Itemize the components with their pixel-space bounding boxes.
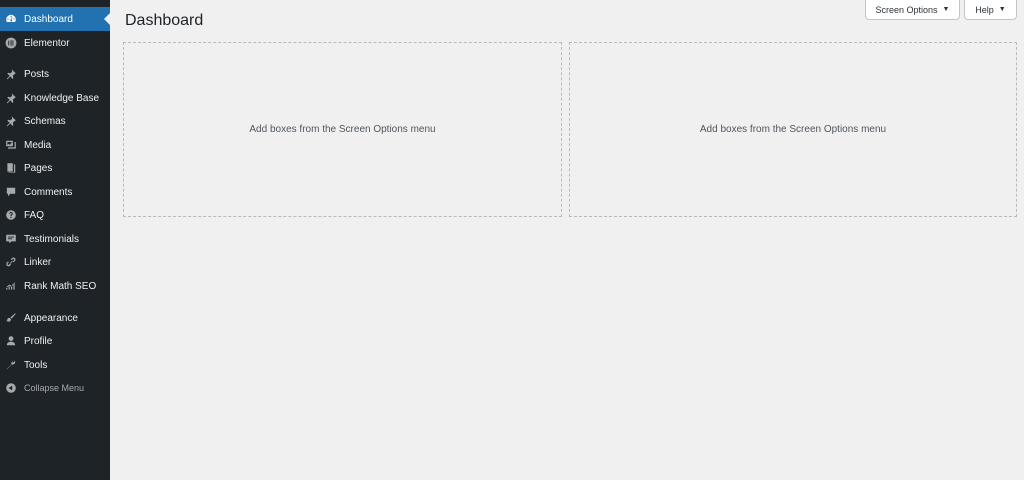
question-icon [5, 209, 17, 221]
testimonial-icon [5, 233, 17, 245]
sidebar-item-label: Testimonials [24, 233, 80, 245]
sidebar-item-tools[interactable]: Tools [0, 353, 110, 377]
caret-down-icon: ▼ [942, 6, 950, 13]
sidebar-item-label: Profile [24, 335, 53, 347]
page-title: Dashboard [125, 12, 204, 29]
dashboard-dropzone-left: Add boxes from the Screen Options menu [123, 42, 562, 217]
sidebar-item-label: Media [24, 139, 52, 151]
collapse-icon [5, 382, 17, 394]
dashboard-icon [5, 13, 17, 25]
screen-options-label: Screen Options [875, 4, 938, 15]
elementor-icon [5, 37, 17, 49]
pin-icon [5, 92, 17, 104]
sidebar-item-label: Pages [24, 162, 53, 174]
link-icon [5, 256, 17, 268]
dropzone-text: Add boxes from the Screen Options menu [249, 124, 436, 135]
sidebar-item-label: Appearance [24, 312, 78, 324]
sidebar-item-comments[interactable]: Comments [0, 180, 110, 204]
sidebar-item-label: FAQ [24, 209, 45, 221]
sidebar-item-label: Linker [24, 256, 52, 268]
chart-icon [5, 280, 17, 292]
caret-down-icon: ▼ [998, 6, 1006, 13]
help-label: Help [975, 4, 994, 15]
admin-sidebar: Dashboard Elementor Posts Knowledge Base… [0, 0, 110, 480]
dashboard-dropzone-right: Add boxes from the Screen Options menu [569, 42, 1017, 217]
sidebar-item-media[interactable]: Media [0, 133, 110, 157]
sidebar-item-label: Elementor [24, 37, 70, 49]
screen-options-button[interactable]: Screen Options ▼ [865, 0, 960, 20]
sidebar-item-linker[interactable]: Linker [0, 250, 110, 274]
sidebar-item-appearance[interactable]: Appearance [0, 306, 110, 330]
sidebar-item-posts[interactable]: Posts [0, 62, 110, 86]
collapse-menu-button[interactable]: Collapse Menu [0, 376, 110, 400]
dropzone-text: Add boxes from the Screen Options menu [699, 124, 887, 135]
user-icon [5, 335, 17, 347]
sidebar-item-knowledge-base[interactable]: Knowledge Base [0, 86, 110, 110]
sidebar-item-testimonials[interactable]: Testimonials [0, 227, 110, 251]
collapse-menu-label: Collapse Menu [24, 383, 85, 393]
pages-icon [5, 162, 17, 174]
sidebar-item-label: Dashboard [24, 13, 73, 25]
sidebar-item-label: Tools [24, 359, 48, 371]
help-button[interactable]: Help ▼ [964, 0, 1017, 20]
sidebar-item-rank-math-seo[interactable]: Rank Math SEO [0, 274, 110, 298]
sidebar-item-schemas[interactable]: Schemas [0, 109, 110, 133]
sidebar-item-pages[interactable]: Pages [0, 156, 110, 180]
sidebar-item-profile[interactable]: Profile [0, 329, 110, 353]
sidebar-item-label: Comments [24, 186, 73, 198]
sidebar-item-label: Rank Math SEO [24, 280, 97, 292]
sidebar-item-label: Schemas [24, 115, 66, 127]
sidebar-item-faq[interactable]: FAQ [0, 203, 110, 227]
comment-icon [5, 186, 17, 198]
wrench-icon [5, 359, 17, 371]
sidebar-item-elementor[interactable]: Elementor [0, 31, 110, 55]
sidebar-item-label: Posts [24, 68, 50, 80]
media-icon [5, 139, 17, 151]
sidebar-item-dashboard[interactable]: Dashboard [0, 7, 110, 31]
sidebar-item-label: Knowledge Base [24, 92, 100, 104]
pin-icon [5, 68, 17, 80]
pin-icon [5, 115, 17, 127]
brush-icon [5, 312, 17, 324]
